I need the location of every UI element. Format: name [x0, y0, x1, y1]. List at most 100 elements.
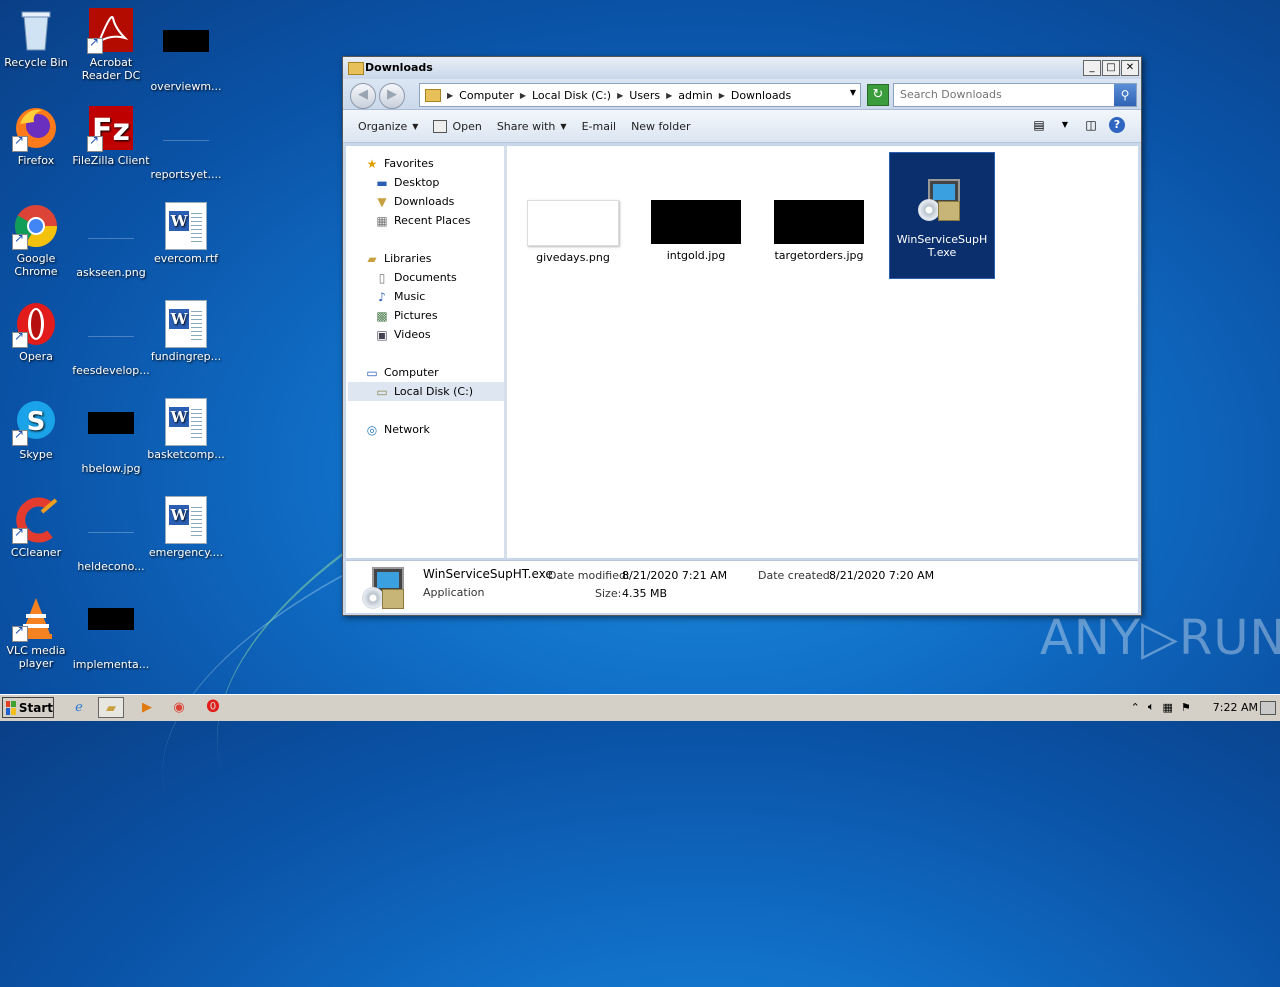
minimize-button[interactable]: _ — [1083, 60, 1101, 76]
media-player-icon[interactable]: ▶ — [134, 697, 160, 718]
watermark-logo: ANY▷RUN — [1040, 610, 1280, 666]
svg-text:S: S — [27, 407, 46, 437]
nav-documents[interactable]: ▯ Documents — [374, 268, 457, 287]
clock[interactable]: 7:22 AM — [1213, 701, 1258, 714]
details-date-modified-label: Date modified: — [548, 569, 630, 582]
nav-computer[interactable]: ▭ Computer — [364, 363, 438, 382]
details-file-name: WinServiceSupHT.exe — [423, 567, 553, 581]
chevron-down-icon[interactable]: ▼ — [850, 88, 856, 97]
folder-icon — [348, 62, 364, 75]
search-box[interactable]: ⚲ — [893, 83, 1137, 107]
desktop-icon-chrome[interactable]: Google Chrome — [0, 202, 76, 278]
chrome-taskbar-icon[interactable]: ◉ — [166, 697, 192, 718]
nav-music[interactable]: ♪ Music — [374, 287, 425, 306]
network-tray-icon[interactable]: ▦ — [1163, 701, 1173, 714]
view-options-icon[interactable]: ▤ — [1031, 117, 1047, 133]
new-folder-button[interactable]: New folder — [631, 120, 690, 133]
pictures-icon: ▩ — [376, 308, 388, 323]
forward-button[interactable]: ▶ — [379, 83, 405, 109]
desktop-icon-firefox[interactable]: Firefox — [0, 104, 76, 167]
show-desktop-button[interactable] — [1260, 701, 1276, 715]
breadcrumb-downloads[interactable]: Downloads — [731, 89, 791, 102]
acrobat-icon — [87, 6, 135, 54]
share-with-button[interactable]: Share with ▼ — [497, 120, 567, 133]
file-item-targetorders[interactable]: targetorders.jpg — [767, 200, 871, 262]
desktop-icon-acrobat[interactable]: Acrobat Reader DC — [71, 6, 151, 82]
search-icon[interactable]: ⚲ — [1114, 84, 1136, 106]
address-bar-row: ◀ ▶ ▶ Computer ▶ Local Disk (C:) ▶ Users… — [343, 79, 1141, 110]
details-date-created-label: Date created: — [758, 569, 834, 582]
title-bar[interactable]: Downloads _ □ ✕ — [343, 57, 1141, 79]
installer-icon — [916, 175, 968, 227]
breadcrumb-users[interactable]: Users — [629, 89, 660, 102]
breadcrumb-local-disk[interactable]: Local Disk (C:) — [532, 89, 611, 102]
details-size: 4.35 MB — [622, 587, 668, 600]
internet-explorer-icon[interactable]: ℯ — [66, 697, 92, 718]
search-input[interactable] — [894, 84, 1120, 104]
address-bar[interactable]: ▶ Computer ▶ Local Disk (C:) ▶ Users ▶ a… — [419, 83, 861, 107]
desktop-file-askseen[interactable]: askseen.png — [71, 202, 151, 279]
nav-desktop[interactable]: ▬ Desktop — [374, 173, 439, 192]
vlc-icon — [12, 594, 60, 642]
explorer-window: Downloads _ □ ✕ ◀ ▶ ▶ Computer ▶ Local D… — [342, 56, 1142, 616]
system-tray: ⌃ 🔈︎ ▦ ⚑ 7:22 AM — [1131, 696, 1280, 718]
desktop-file-emergency[interactable]: W emergency.... — [146, 496, 226, 559]
desktop-icon-skype[interactable]: S Skype — [0, 398, 76, 461]
close-button[interactable]: ✕ — [1121, 60, 1139, 76]
ccleaner-icon — [12, 496, 60, 544]
desktop-file-reportsyet[interactable]: reportsyet.... — [146, 104, 226, 181]
opera-taskbar-icon[interactable]: ⓿ — [200, 697, 226, 718]
breadcrumb-computer[interactable]: Computer — [459, 89, 514, 102]
explorer-folder-icon[interactable]: ▰ — [98, 697, 124, 718]
desktop-icon-filezilla[interactable]: Fz FileZilla Client — [71, 104, 151, 167]
desktop-icon: ▬ — [376, 175, 388, 190]
open-button[interactable]: Open — [433, 119, 482, 133]
chrome-icon — [12, 202, 60, 250]
nav-libraries[interactable]: ▰ Libraries — [364, 249, 431, 268]
desktop-file-hbelow[interactable]: hbelow.jpg — [71, 398, 151, 475]
nav-recent-places[interactable]: ▦ Recent Places — [374, 211, 470, 230]
chevron-up-icon[interactable]: ⌃ — [1131, 701, 1140, 714]
start-button[interactable]: Start — [2, 697, 54, 718]
chevron-down-icon[interactable]: ▼ — [1057, 117, 1073, 133]
email-button[interactable]: E-mail — [582, 120, 617, 133]
word-document-icon: W — [162, 496, 210, 544]
preview-pane-icon[interactable]: ◫ — [1083, 117, 1099, 133]
file-item-intgold[interactable]: intgold.jpg — [644, 200, 748, 262]
details-date-created: 8/21/2020 7:20 AM — [829, 569, 935, 582]
image-file-icon — [87, 608, 135, 656]
word-document-icon: W — [162, 202, 210, 250]
desktop-file-fundingrep[interactable]: W fundingrep... — [146, 300, 226, 363]
nav-pictures[interactable]: ▩ Pictures — [374, 306, 437, 325]
desktop-icon-ccleaner[interactable]: CCleaner — [0, 496, 76, 559]
file-item-winservicesupht[interactable]: WinServiceSupHT.exe — [889, 152, 995, 279]
nav-network[interactable]: ◎ Network — [364, 420, 430, 439]
desktop-file-heldecono[interactable]: heldecono... — [71, 496, 151, 573]
recent-places-icon: ▦ — [376, 213, 388, 228]
content-area: ★ Favorites ▬ Desktop ▼ Downloads ▦ Recent P… — [346, 146, 1138, 558]
desktop-file-implementa[interactable]: implementa... — [71, 594, 151, 671]
installer-icon — [360, 563, 412, 611]
breadcrumb-admin[interactable]: admin — [678, 89, 712, 102]
back-button[interactable]: ◀ — [350, 83, 376, 109]
desktop-file-feesdevelop[interactable]: feesdevelop... — [71, 300, 151, 377]
desktop-file-overviewm[interactable]: overviewm... — [146, 6, 226, 93]
action-center-flag-icon[interactable]: ⚑ — [1181, 701, 1191, 714]
refresh-button[interactable]: ↻ — [867, 84, 889, 106]
nav-videos[interactable]: ▣ Videos — [374, 325, 430, 344]
maximize-button[interactable]: □ — [1102, 60, 1120, 76]
nav-local-disk[interactable]: ▭ Local Disk (C:) — [348, 382, 504, 401]
word-document-icon: W — [162, 398, 210, 446]
desktop-icon-recycle-bin[interactable]: Recycle Bin — [0, 6, 76, 69]
nav-favorites[interactable]: ★ Favorites — [364, 154, 434, 173]
nav-downloads[interactable]: ▼ Downloads — [374, 192, 454, 211]
desktop-file-basketcomp[interactable]: W basketcomp... — [146, 398, 226, 461]
firefox-icon — [12, 104, 60, 152]
organize-button[interactable]: Organize ▼ — [358, 120, 418, 133]
file-item-givedays[interactable]: givedays.png — [521, 200, 625, 264]
help-icon[interactable]: ? — [1109, 117, 1125, 133]
desktop-icon-opera[interactable]: Opera — [0, 300, 76, 363]
desktop-icon-vlc[interactable]: VLC media player — [0, 594, 76, 670]
desktop-file-evercom[interactable]: W evercom.rtf — [146, 202, 226, 265]
volume-icon[interactable]: 🔈︎ — [1148, 700, 1155, 714]
